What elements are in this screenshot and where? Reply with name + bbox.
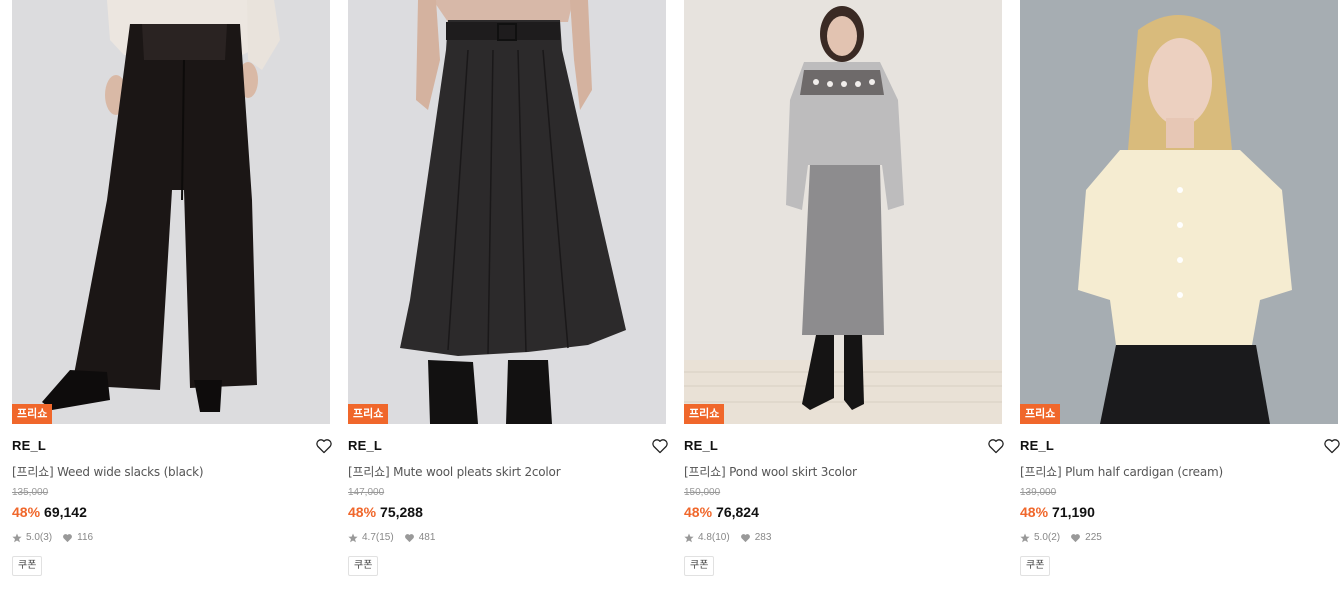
product-image[interactable]: 프리쇼 (1020, 0, 1338, 424)
product-image[interactable]: 프리쇼 (12, 0, 330, 424)
heart-outline-icon (1324, 439, 1340, 454)
review-count: (2) (1047, 532, 1061, 543)
discount-rate: 48% (348, 504, 377, 520)
product-image[interactable]: 프리쇼 (684, 0, 1002, 424)
star-icon (348, 533, 358, 543)
heart-outline-icon (316, 439, 332, 454)
rating: 5.0(3) (26, 532, 53, 543)
brand-name[interactable]: RE_L (12, 438, 330, 454)
brand-name[interactable]: RE_L (684, 438, 1002, 454)
product-card[interactable]: 프리쇼 RE_L [프리쇼] Plum half cardigan (cream… (1020, 0, 1340, 595)
review-count: (10) (711, 532, 730, 543)
coupon-tag: 쿠폰 (684, 556, 715, 576)
product-photo-cardigan (1020, 0, 1338, 424)
original-price: 150,000 (684, 487, 721, 498)
like-count: 283 (754, 532, 772, 543)
coupon-tag: 쿠폰 (12, 556, 43, 576)
product-card[interactable]: 프리쇼 RE_L [프리쇼] Weed wide slacks (black) … (12, 0, 332, 595)
wishlist-button[interactable] (312, 434, 336, 458)
review-count: (3) (39, 532, 53, 543)
review-meta: 4.7(15) 481 (348, 531, 666, 545)
product-name[interactable]: [프리쇼] Weed wide slacks (black) (12, 464, 330, 480)
brand-row: RE_L (684, 438, 1004, 460)
wishlist-button[interactable] (984, 434, 1008, 458)
product-photo-wool-skirt (684, 0, 1002, 424)
price-row: 48% 69,142 (12, 503, 330, 521)
product-name[interactable]: [프리쇼] Mute wool pleats skirt 2color (348, 464, 666, 480)
product-image[interactable]: 프리쇼 (348, 0, 666, 424)
original-price: 139,000 (1020, 487, 1057, 498)
coupon-tag: 쿠폰 (1020, 556, 1051, 576)
price-row: 48% 71,190 (1020, 503, 1338, 521)
heart-filled-icon (63, 534, 73, 543)
star-icon (1020, 533, 1030, 543)
product-card[interactable]: 프리쇼 RE_L [프리쇼] Mute wool pleats skirt 2c… (348, 0, 668, 595)
review-count: (15) (375, 532, 394, 543)
price-row: 48% 75,288 (348, 503, 666, 521)
preshow-badge: 프리쇼 (684, 404, 725, 424)
product-photo-skirt (348, 0, 666, 424)
rating: 5.0(2) (1034, 532, 1061, 543)
wishlist-button[interactable] (1320, 434, 1343, 458)
heart-outline-icon (652, 439, 668, 454)
preshow-badge: 프리쇼 (12, 404, 53, 424)
discount-rate: 48% (1020, 504, 1049, 520)
like-count: 481 (418, 532, 436, 543)
wishlist-button[interactable] (648, 434, 672, 458)
brand-name[interactable]: RE_L (348, 438, 666, 454)
sale-price: 75,288 (380, 504, 423, 520)
product-name[interactable]: [프리쇼] Pond wool skirt 3color (684, 464, 1002, 480)
like-count: 116 (77, 532, 94, 543)
product-card[interactable]: 프리쇼 RE_L [프리쇼] Pond wool skirt 3color 15… (684, 0, 1004, 595)
sale-price: 76,824 (716, 504, 759, 520)
review-meta: 5.0(3) 116 (12, 531, 330, 545)
brand-name[interactable]: RE_L (1020, 438, 1338, 454)
discount-rate: 48% (684, 504, 713, 520)
review-meta: 5.0(2) 225 (1020, 531, 1338, 545)
product-grid: 프리쇼 RE_L [프리쇼] Weed wide slacks (black) … (0, 0, 1343, 595)
sale-price: 71,190 (1052, 504, 1095, 520)
rating: 4.7(15) (362, 532, 394, 543)
coupon-tag: 쿠폰 (348, 556, 379, 576)
original-price: 135,000 (12, 487, 49, 498)
heart-filled-icon (1071, 534, 1081, 543)
preshow-badge: 프리쇼 (1020, 404, 1061, 424)
heart-outline-icon (988, 439, 1004, 454)
rating: 4.8(10) (698, 532, 730, 543)
like-count: 225 (1085, 532, 1102, 543)
price-row: 48% 76,824 (684, 503, 1002, 521)
heart-filled-icon (404, 534, 414, 543)
original-price: 147,000 (348, 487, 385, 498)
product-name[interactable]: [프리쇼] Plum half cardigan (cream) (1020, 464, 1338, 480)
discount-rate: 48% (12, 504, 41, 520)
brand-row: RE_L (1020, 438, 1340, 460)
brand-row: RE_L (12, 438, 332, 460)
sale-price: 69,142 (44, 504, 87, 520)
star-icon (684, 533, 694, 543)
product-photo-slacks (12, 0, 330, 424)
heart-filled-icon (740, 534, 750, 543)
preshow-badge: 프리쇼 (348, 404, 389, 424)
star-icon (12, 533, 22, 543)
brand-row: RE_L (348, 438, 668, 460)
review-meta: 4.8(10) 283 (684, 531, 1002, 545)
